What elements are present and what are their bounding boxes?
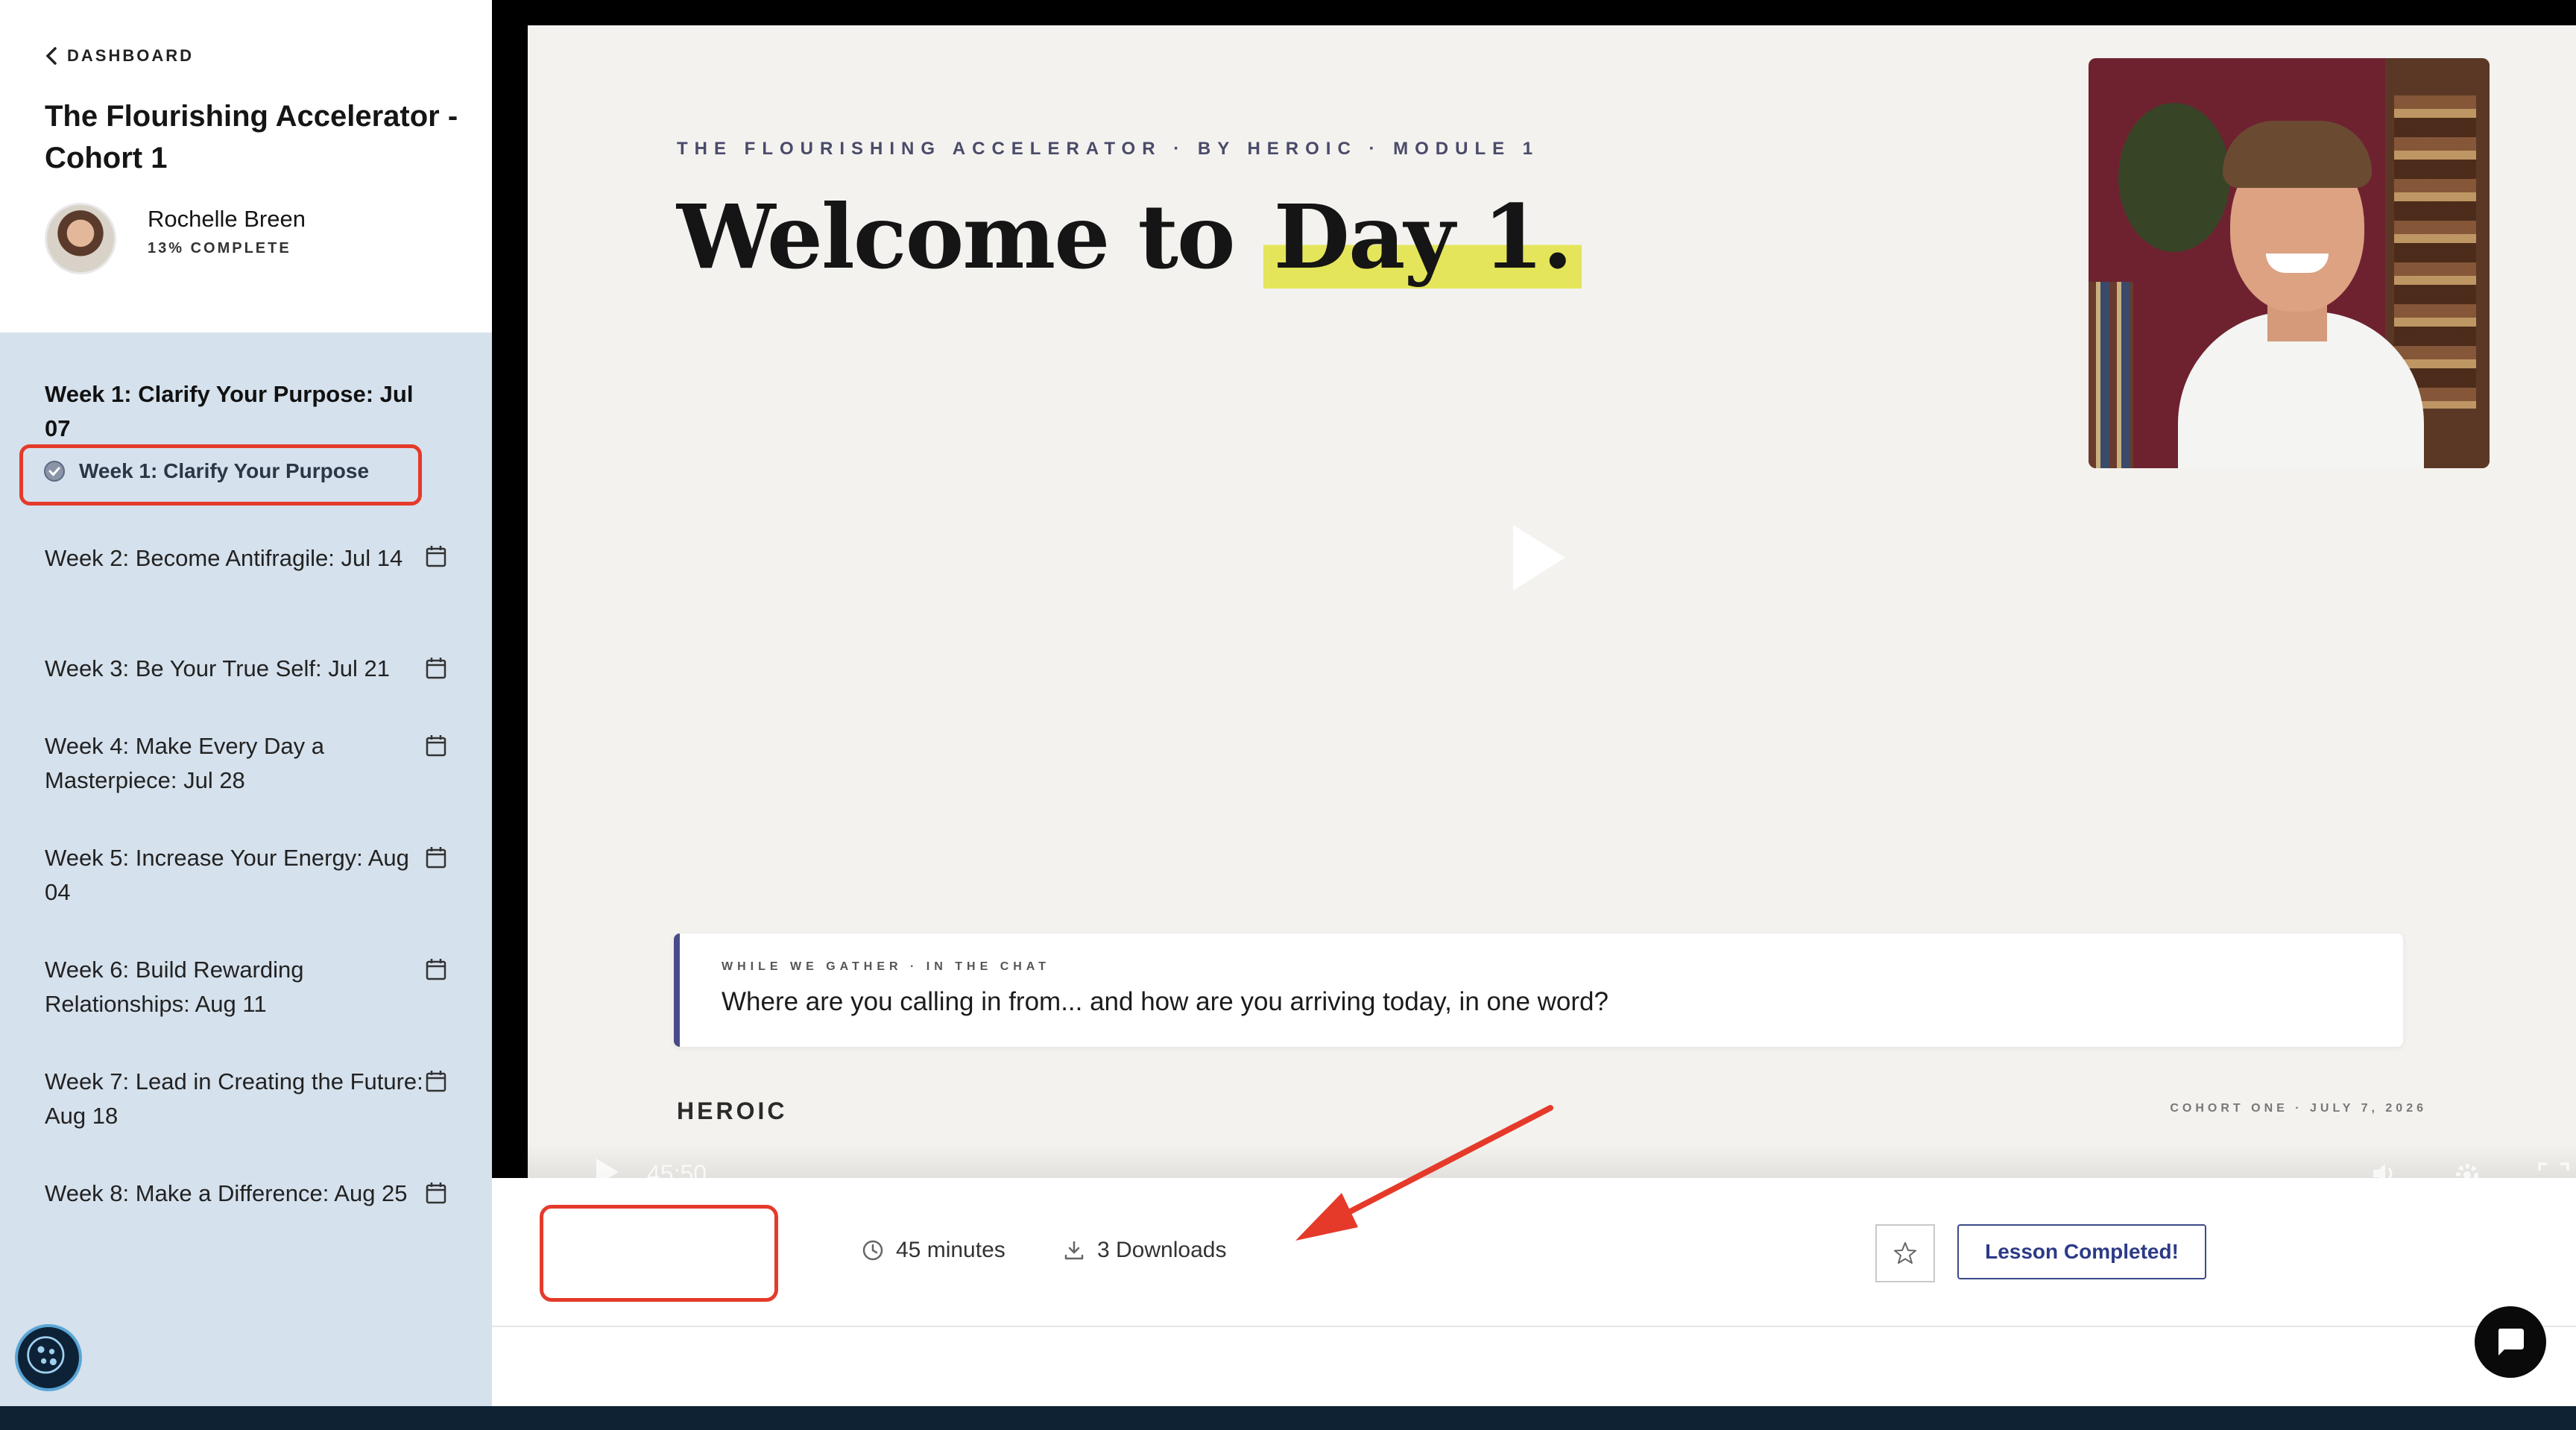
volume-icon[interactable] [2369, 1159, 2399, 1178]
chat-icon [2498, 1329, 2524, 1355]
chevron-left-icon [45, 47, 57, 65]
lesson-item-week-1[interactable]: Week 1: Clarify Your Purpose [43, 459, 369, 483]
cookie-icon [27, 1336, 65, 1374]
calendar-icon [426, 847, 446, 869]
user-name: Rochelle Breen [148, 206, 306, 232]
slide-title-highlight: Day 1. [1263, 185, 1582, 289]
slide-eyebrow: THE FLOURISHING ACCELERATOR · BY HEROIC … [677, 139, 1540, 159]
presenter-webcam [2089, 58, 2490, 468]
course-title: The Flourishing Accelerator - Cohort 1 [45, 100, 458, 174]
slide-title-prefix: Welcome to [677, 185, 1236, 289]
calendar-icon [426, 735, 446, 757]
play-icon[interactable] [1513, 525, 1565, 590]
play-button[interactable] [596, 1159, 619, 1178]
duration-label: 45 minutes [896, 1238, 1006, 1262]
video-player[interactable]: THE FLOURISHING ACCELERATOR · BY HEROIC … [492, 0, 2576, 1178]
sidebar-item-week-5[interactable]: Week 5: Increase Your Energy: Aug 04 [45, 841, 432, 910]
downloads-button[interactable]: 3 Downloads [1063, 1238, 1226, 1263]
back-label: DASHBOARD [67, 46, 194, 65]
chat-card-eyebrow: WHILE WE GATHER · IN THE CHAT [722, 960, 1050, 973]
app-window: DASHBOARD The Flourishing Accelerator - … [0, 0, 2576, 1406]
sidebar-item-week-8[interactable]: Week 8: Make a Difference: Aug 25 [45, 1177, 432, 1211]
chat-prompt-card: WHILE WE GATHER · IN THE CHAT Where are … [674, 933, 2403, 1047]
fullscreen-icon[interactable] [2537, 1162, 2570, 1178]
settings-gear-icon[interactable] [2451, 1159, 2484, 1178]
downloads-label: 3 Downloads [1097, 1238, 1227, 1262]
sidebar-item-week-3[interactable]: Week 3: Be Your True Self: Jul 21 [45, 652, 432, 686]
chat-card-question: Where are you calling in from... and how… [722, 987, 1609, 1016]
favorite-button[interactable] [1875, 1224, 1935, 1282]
calendar-icon [426, 658, 446, 679]
cookie-settings-button[interactable] [15, 1324, 82, 1391]
sidebar-item-week-7[interactable]: Week 7: Lead in Creating the Future: Aug… [45, 1065, 432, 1133]
star-icon [1894, 1242, 1916, 1264]
video-controls: 45:50 [528, 1144, 2576, 1178]
course-sidebar: DASHBOARD The Flourishing Accelerator - … [0, 0, 492, 1406]
video-frame: THE FLOURISHING ACCELERATOR · BY HEROIC … [528, 25, 2576, 1178]
slide-footer: COHORT ONE · JULY 7, 2026 [2170, 1102, 2427, 1115]
sidebar-item-week-2[interactable]: Week 2: Become Antifragile: Jul 14 [45, 541, 432, 576]
lesson-label: Week 1: Clarify Your Purpose [79, 459, 370, 482]
avatar [45, 203, 116, 274]
lesson-meta-bar [492, 1178, 2576, 1327]
check-circle-icon [44, 461, 65, 482]
sidebar-item-week-4[interactable]: Week 4: Make Every Day a Masterpiece: Ju… [45, 729, 432, 798]
video-time: 45:50 [647, 1160, 707, 1178]
calendar-icon [426, 546, 446, 567]
back-to-dashboard-link[interactable]: DASHBOARD [45, 46, 194, 66]
sidebar-header: DASHBOARD The Flourishing Accelerator - … [0, 0, 492, 333]
lesson-duration: 45 minutes [862, 1238, 1006, 1263]
annotation-highlight-downloads [540, 1205, 778, 1302]
heroic-logo: HEROIC [677, 1097, 788, 1124]
lesson-completed-button[interactable]: Lesson Completed! [1957, 1224, 2206, 1279]
sidebar-item-week-1[interactable]: Week 1: Clarify Your Purpose: Jul 07 [45, 377, 432, 446]
download-icon [1064, 1241, 1084, 1260]
sidebar-item-week-6[interactable]: Week 6: Build Rewarding Relationships: A… [45, 953, 432, 1021]
calendar-icon [426, 1182, 446, 1204]
support-chat-button[interactable] [2475, 1306, 2546, 1378]
calendar-icon [426, 959, 446, 980]
slide-title: Welcome to Day 1. [677, 185, 1582, 289]
course-progress: 13% COMPLETE [148, 240, 291, 256]
calendar-icon [426, 1071, 446, 1092]
clock-icon [862, 1240, 883, 1261]
